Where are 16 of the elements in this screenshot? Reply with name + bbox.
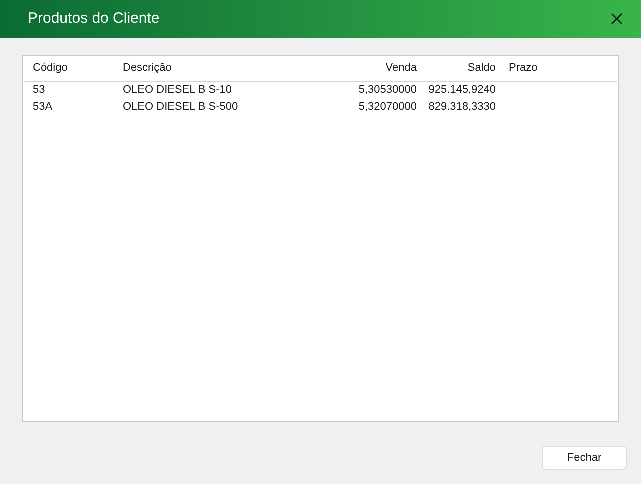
column-header[interactable]: Saldo xyxy=(468,62,496,74)
table-cell: 829.318,3330 xyxy=(428,101,496,114)
column-header[interactable]: Venda xyxy=(386,62,417,74)
table-cell: OLEO DIESEL B S-500 xyxy=(123,101,238,114)
column-header[interactable]: Código xyxy=(33,62,68,74)
table-cell: 5,30530000 xyxy=(358,84,417,96)
column-header[interactable]: Descrição xyxy=(123,62,172,74)
close-dialog-button[interactable]: Fechar xyxy=(542,446,627,470)
window-title: Produtos do Cliente xyxy=(28,8,160,29)
table-cell: OLEO DIESEL B S-10 xyxy=(123,84,232,96)
column-header[interactable]: Prazo xyxy=(509,62,538,74)
table-cell: 925.145,9240 xyxy=(428,84,496,96)
table-cell: 53A xyxy=(33,101,53,114)
table-cell: 53 xyxy=(33,84,46,96)
close-icon xyxy=(611,13,623,25)
table-cell: 5,32070000 xyxy=(358,101,417,114)
